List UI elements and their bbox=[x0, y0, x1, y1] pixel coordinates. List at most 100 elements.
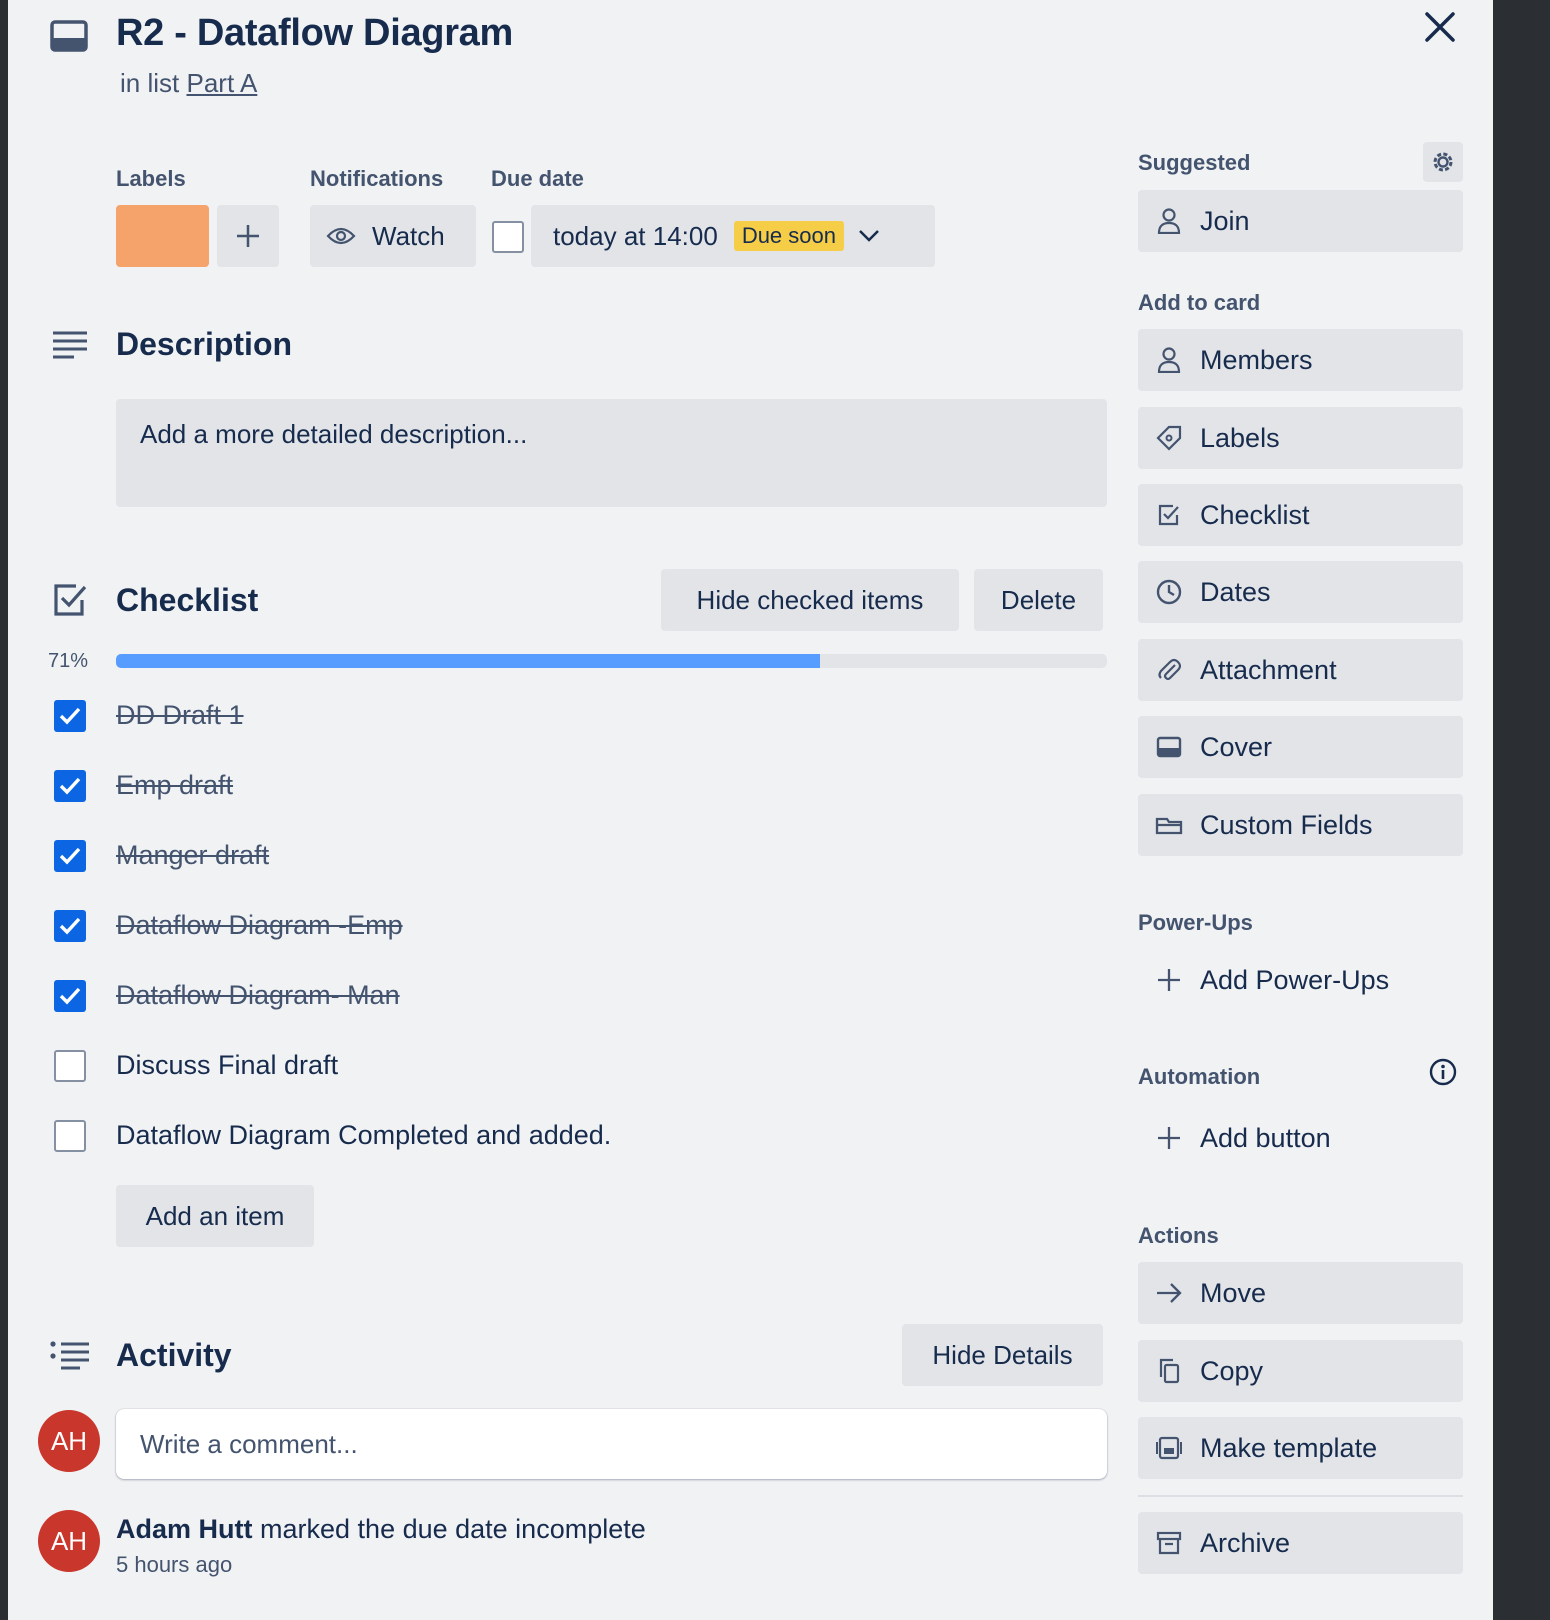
activity-heading: Activity bbox=[116, 1337, 232, 1373]
close-button[interactable] bbox=[1417, 4, 1463, 50]
make-template-button[interactable]: Make template bbox=[1138, 1417, 1463, 1479]
checklist-icon bbox=[52, 582, 88, 618]
powerups-heading: Power-Ups bbox=[1138, 910, 1253, 935]
chevron-down-icon bbox=[859, 230, 879, 242]
checklist-item-text[interactable]: Dataflow Diagram -Emp bbox=[116, 910, 403, 941]
add-powerups-button[interactable]: Add Power-Ups bbox=[1138, 949, 1463, 1011]
copy-icon bbox=[1138, 1358, 1200, 1384]
members-button[interactable]: Members bbox=[1138, 329, 1463, 391]
checkmark-icon bbox=[59, 917, 81, 935]
members-label: Members bbox=[1200, 344, 1313, 375]
card-cover-icon bbox=[1138, 736, 1200, 758]
labels-button[interactable]: Labels bbox=[1138, 407, 1463, 469]
hide-checked-items-button[interactable]: Hide checked items bbox=[661, 569, 959, 631]
add-powerups-label: Add Power-Ups bbox=[1200, 964, 1390, 995]
checklist-item-text[interactable]: Dataflow Diagram- Man bbox=[116, 980, 400, 1011]
automation-info-button[interactable] bbox=[1423, 1052, 1463, 1092]
join-button[interactable]: Join bbox=[1138, 190, 1463, 252]
gear-icon bbox=[1433, 152, 1453, 172]
checkmark-icon bbox=[59, 777, 81, 795]
add-button-button[interactable]: Add button bbox=[1138, 1107, 1463, 1169]
add-label-button[interactable] bbox=[217, 205, 279, 267]
eye-icon bbox=[326, 227, 356, 245]
suggested-heading: Suggested bbox=[1138, 150, 1251, 175]
activity-user[interactable]: Adam Hutt bbox=[116, 1514, 253, 1544]
paperclip-icon bbox=[1138, 657, 1200, 683]
list-link[interactable]: Part A bbox=[186, 68, 257, 98]
make-template-label: Make template bbox=[1200, 1432, 1378, 1463]
labels-heading: Labels bbox=[116, 166, 186, 191]
archive-button[interactable]: Archive bbox=[1138, 1512, 1463, 1574]
automation-heading: Automation bbox=[1138, 1064, 1261, 1089]
notifications-heading: Notifications bbox=[310, 166, 444, 191]
checklist-item-text[interactable]: Dataflow Diagram Completed and added. bbox=[116, 1120, 611, 1151]
tag-icon bbox=[1138, 425, 1200, 451]
checklist-item-checkbox[interactable] bbox=[54, 910, 86, 942]
copy-button[interactable]: Copy bbox=[1138, 1340, 1463, 1402]
watch-button[interactable]: Watch bbox=[310, 205, 476, 267]
checklist-heading: Checklist bbox=[116, 582, 259, 618]
description-heading: Description bbox=[116, 326, 293, 362]
activity-action: marked the due date incomplete bbox=[260, 1514, 646, 1544]
due-date-value: today at 14:00 bbox=[553, 220, 718, 251]
current-user-avatar[interactable]: AH bbox=[38, 1410, 100, 1472]
add-item-button[interactable]: Add an item bbox=[116, 1185, 314, 1247]
checklist-item-text[interactable]: Emp draft bbox=[116, 770, 233, 801]
dates-label: Dates bbox=[1200, 576, 1271, 607]
checklist-item-checkbox[interactable] bbox=[54, 1050, 86, 1082]
due-date-heading: Due date bbox=[491, 166, 584, 191]
custom-fields-label: Custom Fields bbox=[1200, 809, 1373, 840]
archive-icon bbox=[1138, 1531, 1200, 1555]
activity-avatar[interactable]: AH bbox=[38, 1510, 100, 1572]
checklist-item-checkbox[interactable] bbox=[54, 700, 86, 732]
checklist-item-text[interactable]: Discuss Final draft bbox=[116, 1050, 338, 1081]
suggested-settings-button[interactable] bbox=[1423, 142, 1463, 182]
dates-button[interactable]: Dates bbox=[1138, 561, 1463, 623]
label-chip-orange[interactable] bbox=[116, 205, 209, 267]
checklist-progress-bar bbox=[116, 654, 1107, 668]
custom-fields-button[interactable]: Custom Fields bbox=[1138, 794, 1463, 856]
due-soon-badge: Due soon bbox=[733, 221, 844, 251]
card-detail-window: R2 - Dataflow Diagram in list Part A Lab… bbox=[8, 0, 1493, 1620]
checklist-item-checkbox[interactable] bbox=[54, 1120, 86, 1152]
comment-input[interactable]: Write a comment... bbox=[116, 1409, 1107, 1479]
description-input[interactable]: Add a more detailed description... bbox=[116, 399, 1107, 507]
cover-label: Cover bbox=[1200, 731, 1273, 762]
delete-checklist-button[interactable]: Delete bbox=[974, 569, 1103, 631]
checklist-item-text[interactable]: DD Draft 1 bbox=[116, 700, 244, 731]
move-label: Move bbox=[1200, 1277, 1267, 1308]
checklist-item-text[interactable]: Manger draft bbox=[116, 840, 269, 871]
in-list-prefix: in list bbox=[120, 68, 180, 98]
archive-label: Archive bbox=[1200, 1527, 1291, 1558]
join-label: Join bbox=[1200, 205, 1250, 236]
checklist-button[interactable]: Checklist bbox=[1138, 484, 1463, 546]
description-icon bbox=[52, 330, 88, 360]
in-list-text: in list Part A bbox=[120, 68, 257, 99]
checklist-progress-fill bbox=[116, 654, 820, 668]
due-complete-checkbox[interactable] bbox=[492, 221, 524, 253]
custom-fields-icon bbox=[1138, 815, 1200, 835]
plus-icon bbox=[1138, 1126, 1200, 1150]
move-button[interactable]: Move bbox=[1138, 1262, 1463, 1324]
plus-icon bbox=[237, 225, 259, 247]
cover-button[interactable]: Cover bbox=[1138, 716, 1463, 778]
info-icon bbox=[1429, 1058, 1457, 1086]
template-icon bbox=[1138, 1435, 1200, 1461]
activity-timestamp[interactable]: 5 hours ago bbox=[116, 1552, 232, 1578]
hide-details-button[interactable]: Hide Details bbox=[902, 1324, 1103, 1386]
checklist-progress-percent: 71% bbox=[48, 650, 89, 672]
attachment-label: Attachment bbox=[1200, 654, 1337, 685]
card-title[interactable]: R2 - Dataflow Diagram bbox=[116, 12, 513, 55]
due-date-button[interactable]: today at 14:00 Due soon bbox=[531, 205, 935, 267]
close-icon bbox=[1425, 12, 1455, 42]
add-button-label: Add button bbox=[1200, 1122, 1331, 1153]
checkbox-icon bbox=[1138, 503, 1200, 527]
attachment-button[interactable]: Attachment bbox=[1138, 639, 1463, 701]
checklist-item-checkbox[interactable] bbox=[54, 980, 86, 1012]
checkmark-icon bbox=[59, 847, 81, 865]
person-icon bbox=[1138, 347, 1200, 373]
clock-icon bbox=[1138, 579, 1200, 605]
checklist-item-checkbox[interactable] bbox=[54, 840, 86, 872]
checklist-item-checkbox[interactable] bbox=[54, 770, 86, 802]
activity-entry: Adam Hutt marked the due date incomplete bbox=[116, 1514, 646, 1545]
